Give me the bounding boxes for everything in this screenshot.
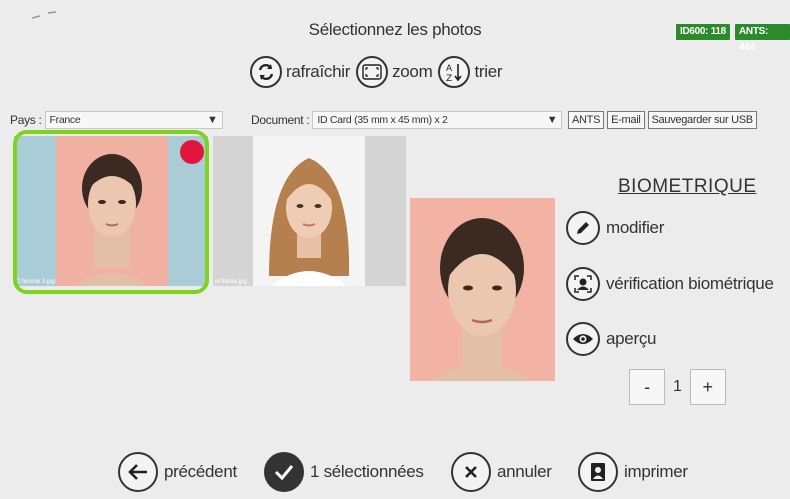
eye-icon <box>566 322 600 356</box>
increase-button[interactable]: + <box>689 369 726 405</box>
preview-label: aperçu <box>606 329 657 348</box>
id-photo-icon <box>578 452 618 492</box>
biometric-check-label: vérification biométrique <box>606 274 774 293</box>
chevron-down-icon: ▼ <box>206 114 218 126</box>
save-usb-button[interactable]: Sauvegarder sur USB <box>647 111 757 129</box>
sort-label: trier <box>474 62 503 81</box>
previous-button[interactable]: précédent <box>118 452 237 492</box>
cancel-label: annuler <box>497 462 552 481</box>
biometric-check-button[interactable]: vérification biométrique <box>566 267 774 301</box>
pencil-icon <box>566 211 600 245</box>
photo-thumbnail[interactable]: id fillette.jpg <box>213 136 406 286</box>
zoom-button[interactable]: zoom <box>356 56 433 88</box>
decrease-button[interactable]: - <box>629 369 665 405</box>
cancel-button[interactable]: annuler <box>451 452 552 492</box>
photo-preview <box>410 198 555 381</box>
zoom-icon <box>356 56 389 88</box>
export-buttons: ANTS E-mail Sauvegarder sur USB <box>568 110 757 130</box>
print-button[interactable]: imprimer <box>578 452 688 492</box>
check-icon <box>264 452 304 492</box>
ants-badge: ANTS: 444 <box>735 24 790 53</box>
face-scan-icon <box>566 267 600 301</box>
selected-count-button[interactable]: 1 sélectionnées <box>264 452 424 492</box>
country-value: France <box>49 114 81 126</box>
edit-button[interactable]: modifier <box>566 211 664 245</box>
refresh-label: rafraîchir <box>286 62 351 81</box>
selected-indicator <box>180 140 204 164</box>
chevron-down-icon: ▼ <box>546 114 558 126</box>
arrow-left-icon <box>118 452 158 492</box>
sort-az-icon: AZ <box>438 56 471 88</box>
country-select[interactable]: France ▼ <box>44 111 223 129</box>
email-button[interactable]: E-mail <box>607 111 645 129</box>
sort-button[interactable]: AZ trier <box>438 56 503 88</box>
refresh-icon <box>250 56 282 88</box>
edit-label: modifier <box>606 218 665 237</box>
document-value: ID Card (35 mm x 45 mm) x 2 <box>317 114 448 126</box>
portrait-preview-image <box>432 218 532 381</box>
document-filter: Document : ID Card (35 mm x 45 mm) x 2 ▼ <box>251 110 563 130</box>
country-filter: Pays : France ▼ <box>10 110 223 130</box>
toolbar: rafraîchir zoom AZ trier <box>250 56 508 88</box>
country-label: Pays : <box>10 113 42 127</box>
quantity-value[interactable]: 1 <box>673 378 682 396</box>
document-label: Document : <box>251 113 310 127</box>
print-label: imprimer <box>624 462 688 481</box>
previous-label: précédent <box>164 462 237 481</box>
document-select[interactable]: ID Card (35 mm x 45 mm) x 2 ▼ <box>312 111 563 129</box>
photo-filename: id fillette.jpg <box>215 279 247 285</box>
refresh-button[interactable]: rafraîchir <box>250 56 350 88</box>
close-icon <box>451 452 491 492</box>
id600-badge: ID600: 118 <box>676 24 730 40</box>
ants-button[interactable]: ANTS <box>568 111 605 129</box>
selected-count-label: 1 sélectionnées <box>310 462 424 481</box>
page-title: Sélectionnez les photos <box>308 20 482 39</box>
preview-button[interactable]: aperçu <box>566 322 656 356</box>
quantity-stepper: - 1 + <box>629 367 726 407</box>
portrait-girl-image <box>253 136 365 286</box>
section-heading: BIOMETRIQUE <box>618 176 757 197</box>
zoom-label: zoom <box>392 62 433 81</box>
svg-text:A: A <box>446 64 453 74</box>
svg-text:Z: Z <box>446 74 452 83</box>
